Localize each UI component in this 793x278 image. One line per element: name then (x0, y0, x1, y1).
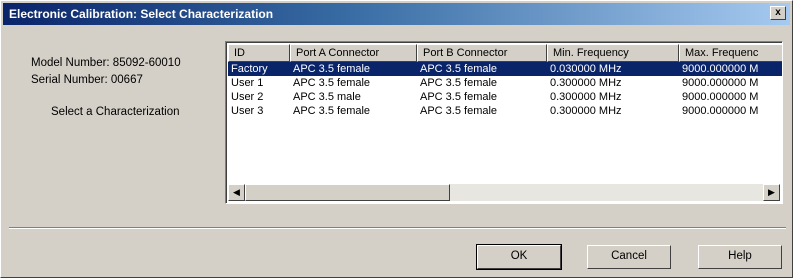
column-header-port-a[interactable]: Port A Connector (290, 44, 417, 62)
close-button[interactable]: x (770, 6, 786, 20)
column-header-id[interactable]: ID (228, 44, 290, 62)
table-row[interactable]: User 1 APC 3.5 female APC 3.5 female 0.3000… (228, 76, 782, 90)
port-b-cell: APC 3.5 female (420, 77, 498, 89)
port-a-cell: APC 3.5 female (293, 77, 371, 89)
max-frequency-cell: 9000.000000 M (682, 91, 759, 103)
id-cell: User 3 (231, 105, 264, 117)
arrow-right-icon: ▶ (768, 187, 775, 197)
help-button[interactable]: Help (698, 245, 782, 269)
min-frequency-cell: 0.030000 MHz (550, 63, 622, 75)
port-a-cell: APC 3.5 female (293, 63, 371, 75)
min-frequency-cell: 0.300000 MHz (550, 105, 622, 117)
table-row[interactable]: User 3 APC 3.5 female APC 3.5 female 0.3000… (228, 104, 782, 118)
list-rows: Factory APC 3.5 female APC 3.5 female 0.030… (228, 62, 782, 118)
cancel-button[interactable]: Cancel (587, 245, 671, 269)
id-cell: Factory (231, 63, 268, 75)
table-row[interactable]: Factory APC 3.5 female APC 3.5 female 0.030… (228, 62, 782, 76)
max-frequency-cell: 9000.000000 M (682, 63, 759, 75)
separator (9, 227, 786, 229)
scrollbar-thumb[interactable] (245, 184, 450, 201)
ok-button[interactable]: OK (476, 244, 562, 270)
column-header-max-frequency[interactable]: Max. Frequenc (679, 44, 782, 62)
scroll-left-button[interactable]: ◀ (228, 184, 245, 201)
select-characterization-label: Select a Characterization (51, 106, 180, 118)
min-frequency-cell: 0.300000 MHz (550, 77, 622, 89)
arrow-left-icon: ◀ (233, 187, 240, 197)
port-a-cell: APC 3.5 female (293, 105, 371, 117)
window-title: Electronic Calibration: Select Character… (9, 7, 274, 21)
min-frequency-cell: 0.300000 MHz (550, 91, 622, 103)
table-row[interactable]: User 2 APC 3.5 male APC 3.5 female 0.300000… (228, 90, 782, 104)
select-characterization-dialog: Electronic Calibration: Select Character… (0, 0, 793, 278)
horizontal-scrollbar[interactable]: ◀ ▶ (228, 184, 780, 201)
port-a-cell: APC 3.5 male (293, 91, 361, 103)
column-header-port-b[interactable]: Port B Connector (417, 44, 547, 62)
max-frequency-cell: 9000.000000 M (682, 77, 759, 89)
port-b-cell: APC 3.5 female (420, 105, 498, 117)
max-frequency-cell: 9000.000000 M (682, 105, 759, 117)
serial-number: Serial Number: 00667 (31, 74, 143, 86)
model-number: Model Number: 85092-60010 (31, 57, 181, 69)
list-header: ID Port A Connector Port B Connector Min… (228, 44, 782, 62)
close-icon: x (775, 7, 781, 18)
port-b-cell: APC 3.5 female (420, 91, 498, 103)
id-cell: User 1 (231, 77, 264, 89)
scroll-right-button[interactable]: ▶ (763, 184, 780, 201)
characterization-list[interactable]: ID Port A Connector Port B Connector Min… (225, 41, 783, 204)
id-cell: User 2 (231, 91, 264, 103)
title-bar: Electronic Calibration: Select Character… (3, 3, 790, 25)
column-header-min-frequency[interactable]: Min. Frequency (547, 44, 679, 62)
port-b-cell: APC 3.5 female (420, 63, 498, 75)
